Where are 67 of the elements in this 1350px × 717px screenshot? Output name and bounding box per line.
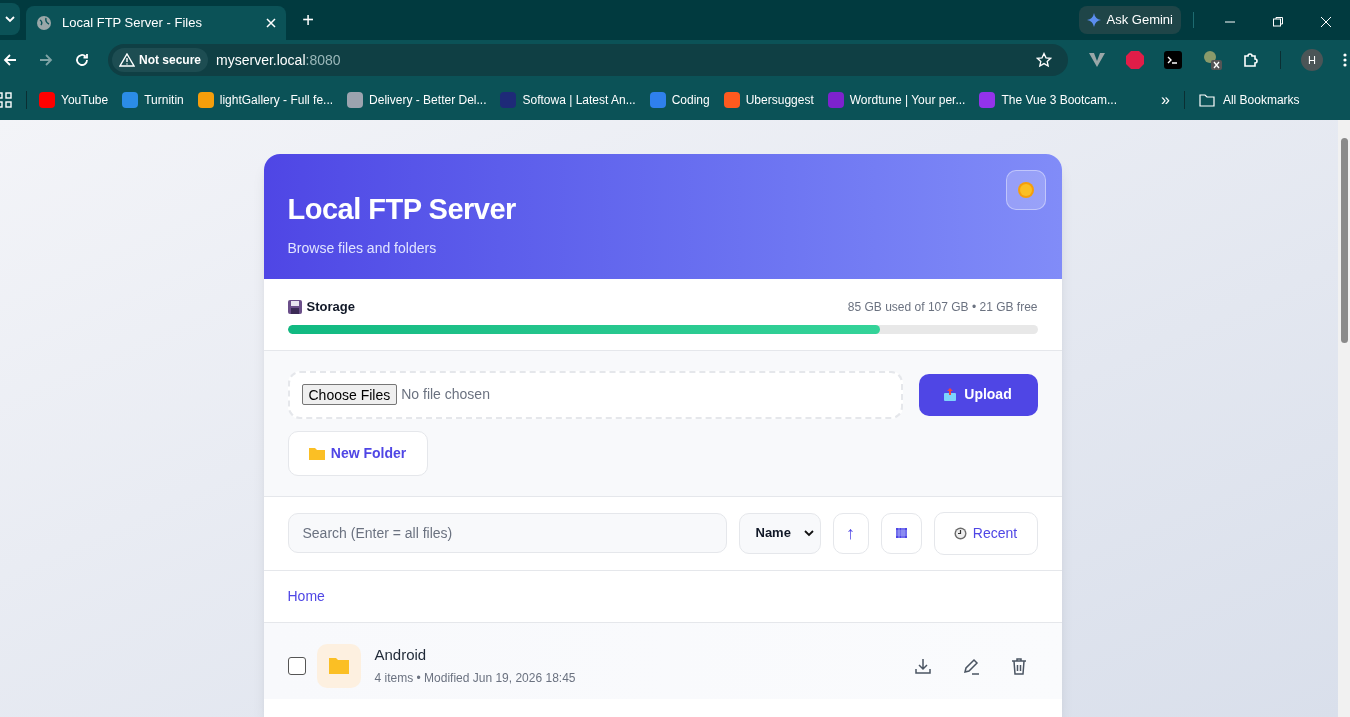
star-icon[interactable] <box>1036 52 1052 68</box>
pencil-icon[interactable] <box>961 656 980 675</box>
warning-icon <box>119 53 135 67</box>
storage-label: Storage <box>306 298 355 316</box>
breadcrumb-link[interactable]: Home <box>287 585 325 607</box>
file-name[interactable]: Android <box>374 644 914 667</box>
upload-button[interactable]: Upload <box>918 373 1038 416</box>
bookmark[interactable]: Coding <box>649 91 710 109</box>
new-tab-button[interactable]: + <box>294 6 322 34</box>
extension-icon[interactable] <box>1202 50 1222 70</box>
browser-tab[interactable]: Local FTP Server - Files <box>26 6 286 40</box>
extension-icon[interactable] <box>1088 52 1106 68</box>
bookmark[interactable]: The Vue 3 Bootcam... <box>979 91 1117 109</box>
security-chip[interactable]: Not secure <box>112 48 209 72</box>
address-bar[interactable]: Not secure myserver.local:8080 <box>108 44 1068 76</box>
bookmark[interactable]: Delivery - Better Del... <box>347 91 487 109</box>
bookmark[interactable]: lightGallery - Full fe... <box>197 91 334 109</box>
sparkle-icon <box>1086 13 1101 27</box>
menu-icon[interactable] <box>1343 53 1347 67</box>
reload-icon[interactable] <box>74 52 90 68</box>
bookmark[interactable]: Ubersuggest <box>723 91 814 109</box>
puzzle-icon[interactable] <box>1242 51 1260 69</box>
theme-toggle-button[interactable] <box>1005 170 1046 210</box>
folder-icon <box>1198 93 1215 107</box>
apps-icon[interactable] <box>0 92 12 108</box>
clock-icon <box>953 526 967 540</box>
forward-icon[interactable] <box>38 52 54 68</box>
bookmark[interactable]: Wordtune | Your per... <box>827 91 966 109</box>
all-bookmarks-button[interactable]: All Bookmarks <box>1198 91 1300 109</box>
more-bookmarks-button[interactable]: » <box>1161 88 1170 112</box>
file-meta: 4 items • Modified Jun 19, 2026 18:45 <box>374 669 577 687</box>
close-window-icon[interactable] <box>1320 16 1332 28</box>
new-folder-button[interactable]: New Folder <box>287 430 428 476</box>
recent-button[interactable]: Recent <box>933 511 1038 555</box>
globe-icon <box>36 15 52 31</box>
scrollbar-thumb[interactable] <box>1340 138 1348 343</box>
ask-gemini-button[interactable]: Ask Gemini <box>1078 6 1181 34</box>
storage-summary: 85 GB used of 107 GB • 21 GB free <box>847 298 1038 316</box>
sort-select[interactable]: Name <box>738 512 821 554</box>
restore-icon[interactable] <box>1272 16 1284 28</box>
trash-icon[interactable] <box>1009 656 1028 675</box>
folder-icon <box>308 446 325 460</box>
chevron-down-icon[interactable] <box>5 15 15 23</box>
terminal-icon[interactable] <box>1164 51 1182 69</box>
search-field[interactable]: Search (Enter = all files) <box>287 513 727 553</box>
download-icon[interactable] <box>913 656 932 675</box>
back-icon[interactable] <box>2 52 18 68</box>
sun-icon <box>1016 181 1035 199</box>
profile-avatar[interactable]: H <box>1301 49 1323 71</box>
folder-icon <box>316 643 361 688</box>
upload-tray-icon <box>944 388 957 401</box>
tab-title: Local FTP Server - Files <box>62 14 203 33</box>
close-icon[interactable] <box>266 18 276 28</box>
page-subtitle: Browse files and folders <box>287 238 437 258</box>
grid-view-button[interactable] <box>880 512 922 554</box>
caret-icon <box>803 529 814 537</box>
bookmark[interactable]: YouTube <box>39 91 109 109</box>
file-status: No file chosen <box>401 385 490 404</box>
file-drop-field[interactable]: Choose Files No file chosen <box>287 370 903 419</box>
grid-icon <box>895 528 907 538</box>
bookmark[interactable]: Turnitin <box>122 91 184 109</box>
bookmark[interactable]: Softowa | Latest An... <box>500 91 636 109</box>
row-checkbox[interactable] <box>287 656 306 675</box>
sort-direction-button[interactable]: ↑ <box>832 512 869 554</box>
url-text[interactable]: myserver.local:8080 <box>216 49 341 71</box>
choose-files-button[interactable]: Choose Files <box>301 384 398 405</box>
page-title: Local FTP Server <box>287 192 516 227</box>
